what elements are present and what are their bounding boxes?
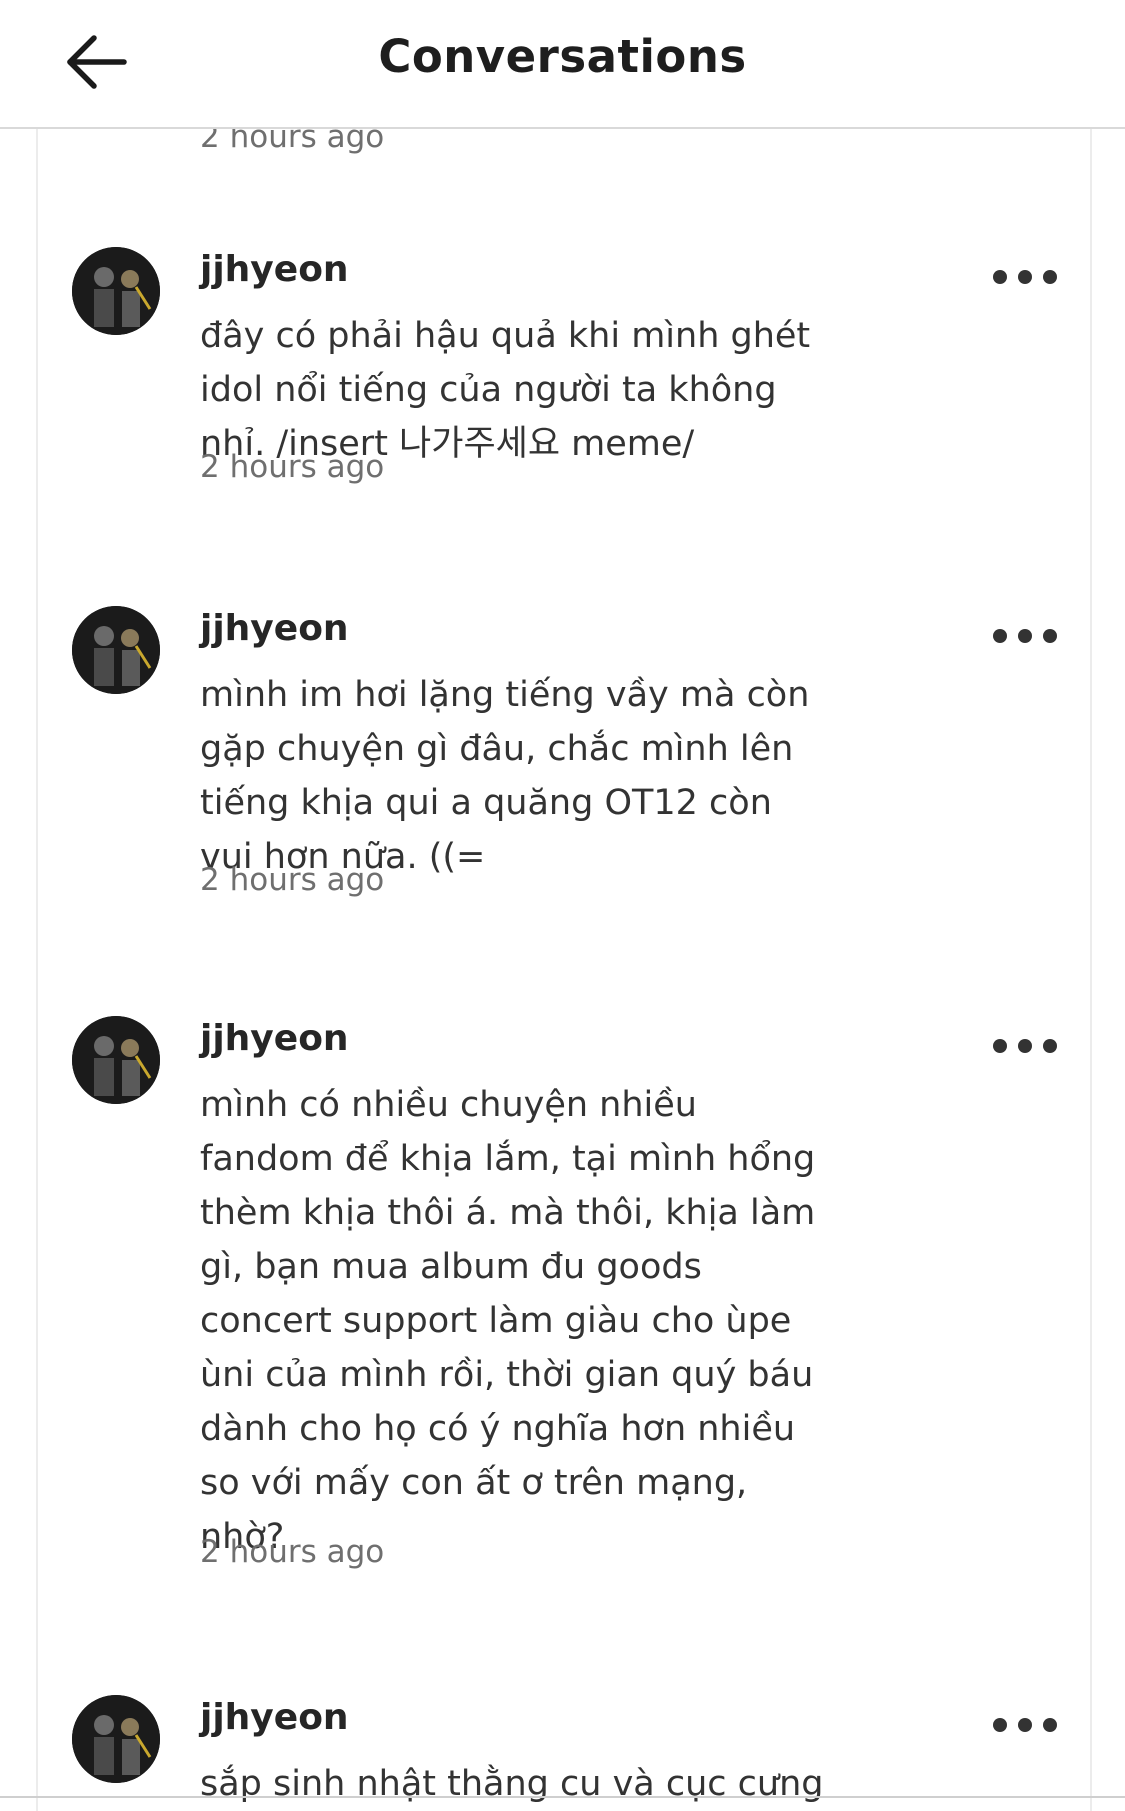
avatar-image bbox=[72, 606, 160, 694]
more-horizontal-icon bbox=[993, 629, 1007, 643]
avatar-image bbox=[72, 1016, 160, 1104]
comment-text: đây có phải hậu quả khi mình ghét idol n… bbox=[200, 316, 811, 464]
comment-timestamp: 2 hours ago bbox=[200, 862, 385, 898]
user-avatar[interactable] bbox=[72, 1695, 160, 1783]
app-header: Conversations bbox=[0, 0, 1125, 129]
comment-username[interactable]: jjhyeon bbox=[200, 608, 349, 649]
comment-text: mình im hơi lặng tiếng vầy mà còn gặp ch… bbox=[200, 675, 810, 877]
comment-username[interactable]: jjhyeon bbox=[200, 1697, 349, 1738]
comment-timestamp: 2 hours ago bbox=[200, 1534, 385, 1570]
more-horizontal-icon bbox=[993, 1718, 1007, 1732]
comment-username[interactable]: jjhyeon bbox=[200, 1018, 349, 1059]
user-avatar[interactable] bbox=[72, 1016, 160, 1104]
comment-item: jjhyeon mình có nhiều chuyện nhiều fando… bbox=[38, 1016, 1090, 1576]
more-options-button[interactable] bbox=[993, 1713, 1057, 1737]
more-options-button[interactable] bbox=[993, 265, 1057, 289]
more-options-button[interactable] bbox=[993, 1034, 1057, 1058]
comment-item: jjhyeon sắp sinh nhật thằng cu và cục cư… bbox=[38, 1695, 1090, 1811]
page-title: Conversations bbox=[378, 30, 747, 83]
more-horizontal-icon bbox=[993, 1039, 1007, 1053]
comment-item: jjhyeon đây có phải hậu quả khi mình ghé… bbox=[38, 247, 1090, 487]
previous-comment-timestamp: 2 hours ago bbox=[200, 129, 385, 155]
avatar-image bbox=[72, 247, 160, 335]
more-horizontal-icon bbox=[993, 270, 1007, 284]
comment-timestamp: 2 hours ago bbox=[200, 449, 385, 485]
user-avatar[interactable] bbox=[72, 247, 160, 335]
bottom-divider bbox=[0, 1796, 1125, 1798]
more-options-button[interactable] bbox=[993, 624, 1057, 648]
user-avatar[interactable] bbox=[72, 606, 160, 694]
comment-username[interactable]: jjhyeon bbox=[200, 249, 349, 290]
comment-item: jjhyeon mình im hơi lặng tiếng vầy mà cò… bbox=[38, 606, 1090, 906]
comment-text: mình có nhiều chuyện nhiều fandom để khị… bbox=[200, 1085, 816, 1557]
comment-text: sắp sinh nhật thằng cu và cục cưng bbox=[200, 1764, 824, 1804]
avatar-image bbox=[72, 1695, 160, 1783]
conversation-feed[interactable]: 2 hours ago jjhyeon đây có phải hậu quả … bbox=[36, 129, 1092, 1811]
